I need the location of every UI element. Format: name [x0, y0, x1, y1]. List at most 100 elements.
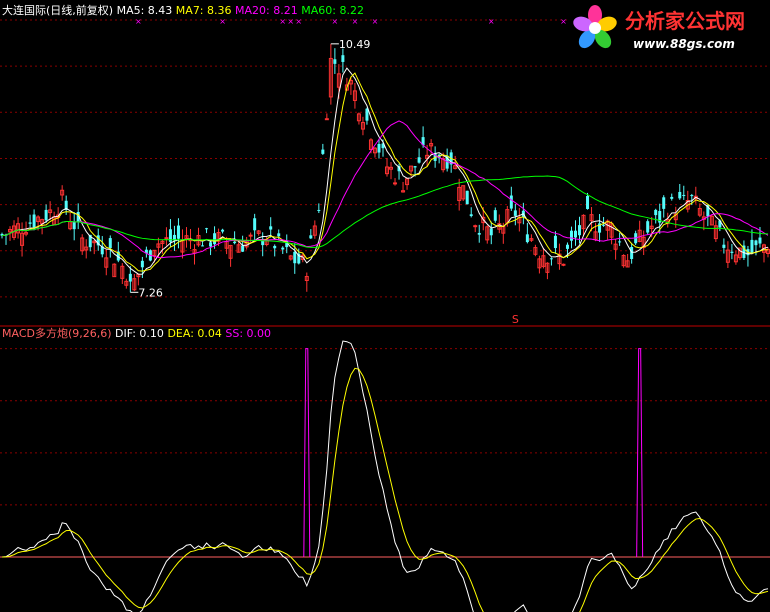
signal-marker-4: ×: [295, 17, 302, 26]
candle-body-122: [489, 228, 493, 236]
macd-header: MACD多方炮(9,26,6) DIF: 0.10 DEA: 0.04 SS: …: [2, 326, 271, 340]
candle-body-180: [722, 244, 726, 248]
candle-body-117: [469, 214, 473, 217]
candle-body-142: [569, 230, 573, 241]
candle-body-123: [493, 210, 497, 221]
candle-body-118: [473, 225, 478, 228]
candle-body-167: [670, 196, 674, 199]
stock-chart-window: ×××××××××××10.497.26S大连国际(日线,前复权) MA5: 8…: [0, 0, 770, 612]
candle-body-104: [417, 157, 421, 163]
signal-marker-5: ×: [332, 17, 339, 26]
annotation-label-0: 10.49: [339, 38, 371, 51]
candle-body-154: [618, 241, 622, 243]
price-chart: ×××××××××××10.497.26S大连国际(日线,前复权) MA5: 8…: [0, 3, 770, 612]
candle-body-53: [213, 233, 217, 245]
logo-url: www.88gs.com: [633, 37, 735, 51]
candle-body-73: [293, 251, 297, 264]
candle-body-116: [465, 190, 469, 205]
candle-body-62: [248, 234, 253, 237]
candle-body-60: [241, 245, 245, 252]
brand-logo: 分析家公式网 www.88gs.com: [567, 0, 770, 56]
candle-body-163: [654, 209, 658, 216]
candle-body-77: [309, 235, 313, 239]
ma-line-0: [1, 67, 769, 275]
candle-body-51: [205, 228, 209, 230]
candle-body-165: [662, 197, 666, 209]
candle-body-170: [682, 194, 686, 196]
candle-body-137: [549, 258, 553, 260]
price-header-part-0: 大连国际(日线,前复权): [2, 3, 117, 17]
annotation-label-1: 7.26: [138, 286, 163, 299]
candle-body-35: [140, 260, 144, 268]
candle-body-83: [333, 59, 337, 64]
candle-body-150: [602, 224, 606, 226]
candle-body-52: [209, 242, 213, 247]
candle-body-81: [324, 118, 329, 121]
macd-header-part-2: DEA: 0.04: [167, 327, 225, 340]
logo-title: 分析家公式网: [625, 9, 745, 33]
candle-body-128: [513, 210, 517, 216]
candle-body-157: [630, 247, 634, 259]
ma-line-3: [1, 175, 769, 248]
candle-body-172: [690, 195, 694, 197]
macd-header-part-3: SS: 0.00: [225, 327, 271, 340]
candle-body-7: [28, 222, 32, 224]
candle-body-119: [477, 232, 481, 235]
candle-body-50: [201, 245, 205, 247]
moving-averages: [1, 67, 769, 275]
candle-body-188: [754, 240, 758, 246]
candle-body-91: [365, 108, 369, 121]
candle-body-161: [646, 221, 650, 233]
candle-body-18: [72, 221, 76, 230]
signal-marker-0: ×: [135, 17, 142, 26]
signal-marker-6: ×: [352, 17, 359, 26]
candle-body-98: [393, 182, 398, 185]
candle-body-182: [730, 251, 734, 253]
candle-body-27: [108, 238, 112, 249]
candle-body-144: [578, 225, 582, 236]
candle-body-80: [321, 149, 325, 154]
candle-body-70: [281, 247, 285, 250]
dea-line: [1, 367, 769, 612]
price-header-part-1: MA5: 8.43: [117, 4, 176, 17]
ss-spike-1: [636, 348, 644, 558]
signal-marker-7: ×: [372, 17, 379, 26]
candle-body-41: [164, 237, 169, 240]
candle-body-8: [32, 214, 36, 228]
signal-marker-1: ×: [219, 17, 226, 26]
candle-body-44: [176, 225, 180, 239]
candle-body-68: [273, 245, 277, 249]
ma-line-1: [1, 72, 769, 272]
price-header-part-3: MA20: 8.21: [235, 4, 301, 17]
signal-marker-3: ×: [287, 17, 294, 26]
signal-marker-2: ×: [279, 17, 286, 26]
signal-marker-8: ×: [488, 17, 495, 26]
candle-body-11: [44, 209, 48, 221]
candle-body-85: [341, 55, 345, 62]
signal-marker-9: ×: [560, 17, 567, 26]
candle-body-169: [678, 191, 682, 199]
flower-logo-icon: 分析家公式网 www.88gs.com: [573, 5, 745, 51]
candle-body-141: [565, 244, 569, 249]
dif-line: [1, 340, 769, 612]
candle-body-103: [413, 166, 417, 168]
candle-body-189: [758, 237, 762, 244]
candle-body-138: [553, 235, 557, 249]
ma-line-2: [1, 120, 769, 259]
grid-layer: [0, 19, 770, 558]
candle-body-58: [233, 241, 237, 244]
candle-body-67: [269, 226, 273, 230]
candle-body-32: [128, 273, 132, 282]
candle-body-146: [586, 195, 590, 209]
macd-panel: [1, 340, 769, 612]
price-header-part-4: MA60: 8.22: [301, 4, 364, 17]
chart-labels: ×××××××××××10.497.26S大连国际(日线,前复权) MA5: 8…: [2, 3, 579, 340]
candle-body-55: [221, 229, 225, 232]
macd-header-part-1: DIF: 0.10: [115, 327, 167, 340]
signal-s-label: S: [512, 313, 519, 326]
candle-body-69: [277, 233, 281, 237]
price-header-part-2: MA7: 8.36: [176, 4, 235, 17]
candle-body-140: [561, 263, 566, 266]
candle-body-143: [573, 230, 577, 238]
candle-body-131: [525, 234, 529, 243]
